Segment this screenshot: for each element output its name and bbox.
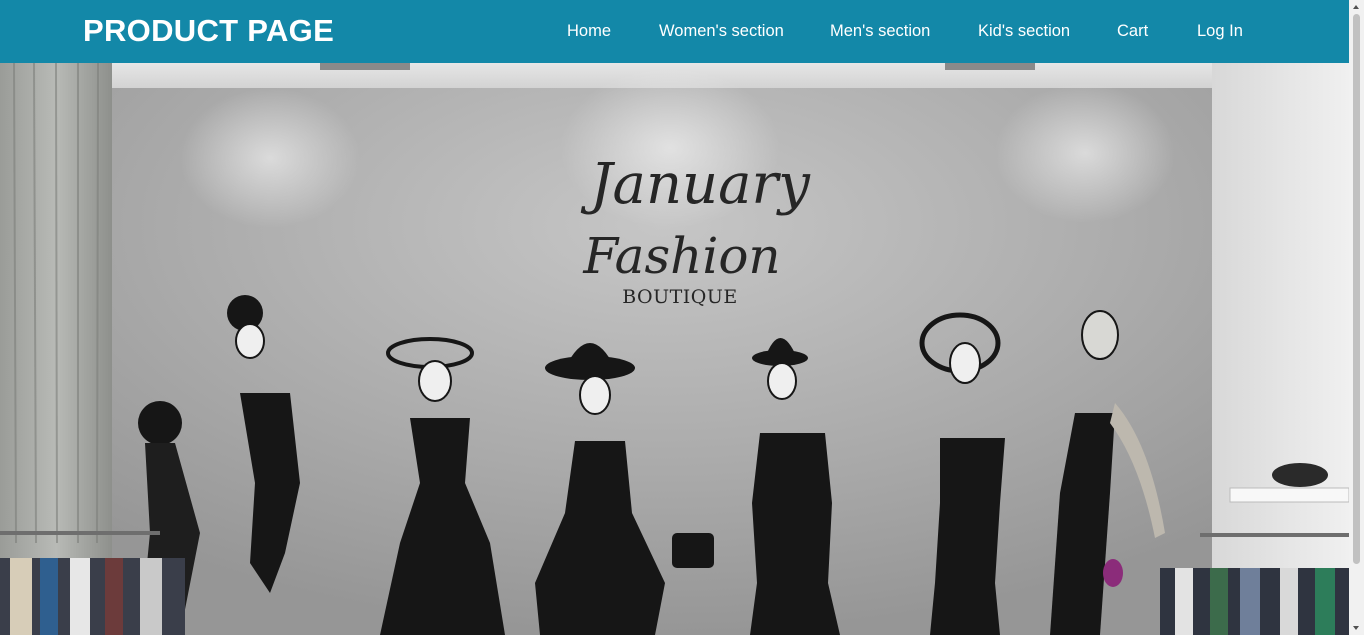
sign-caption-boutique: BOUTIQUE [622, 286, 738, 308]
scroll-up-arrow-icon[interactable] [1349, 0, 1364, 14]
hero-banner-image: January Fashion BOUTIQUE [0, 63, 1349, 635]
boutique-illustration: January Fashion BOUTIQUE [0, 63, 1349, 635]
sign-script-january: January [580, 152, 811, 217]
nav-link-log-in[interactable]: Log In [1197, 22, 1243, 41]
page-scrollbar[interactable] [1349, 0, 1364, 635]
scroll-down-arrow-icon[interactable] [1349, 621, 1364, 635]
site-header: PRODUCT PAGE Home Women's section Men's … [0, 0, 1349, 63]
nav-link-womens-section[interactable]: Women's section [659, 22, 784, 41]
nav-link-cart[interactable]: Cart [1117, 22, 1148, 41]
main-nav: Home Women's section Men's section Kid's… [0, 0, 1349, 63]
scrollbar-thumb[interactable] [1353, 14, 1360, 564]
nav-link-kids-section[interactable]: Kid's section [978, 22, 1070, 41]
nav-link-home[interactable]: Home [567, 22, 611, 41]
nav-link-mens-section[interactable]: Men's section [830, 22, 930, 41]
sign-script-fashion: Fashion [582, 227, 780, 285]
